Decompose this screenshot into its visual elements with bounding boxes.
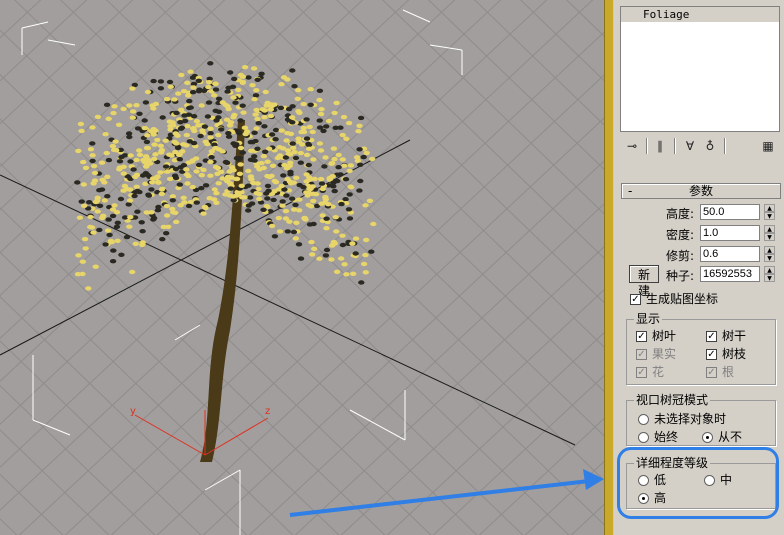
canopy-when-not-selected-label: 未选择对象时 <box>654 412 727 426</box>
leaves-label: 树叶 <box>652 329 677 343</box>
roots-checkbox[interactable]: ✓ <box>706 367 717 378</box>
display-group-title: 显示 <box>634 312 663 326</box>
rollout-title: 参数 <box>688 184 713 198</box>
trunk-label: 树干 <box>722 329 747 343</box>
modifier-item-foliage[interactable]: Foliage <box>621 7 779 22</box>
tree-model[interactable] <box>74 61 377 462</box>
canopy-never-radio[interactable] <box>702 432 713 443</box>
seed-field[interactable] <box>700 266 760 282</box>
gen-map-coords-label: 生成贴图坐标 <box>646 292 719 306</box>
gizmo-z-label: z <box>265 406 270 417</box>
modifier-stack-toolbar: ⊸ ∥ ∀ ♁ ▦ <box>620 134 782 160</box>
flowers-checkbox[interactable]: ✓ <box>636 367 647 378</box>
density-field[interactable] <box>700 225 760 241</box>
canopy-mode-title: 视口树冠模式 <box>634 393 711 407</box>
pin-stack-icon[interactable]: ⊸ <box>624 137 640 155</box>
show-end-result-icon[interactable]: ∥ <box>652 137 668 155</box>
configure-sets-icon[interactable]: ▦ <box>760 137 776 155</box>
prune-label: 修剪: <box>665 249 694 263</box>
perspective-viewport[interactable]: y z <box>0 0 604 535</box>
branches-checkbox[interactable]: ✓ <box>706 349 717 360</box>
transform-gizmo <box>134 410 269 456</box>
leaves-checkbox[interactable]: ✓ <box>636 331 647 342</box>
home-grid <box>0 0 604 535</box>
flowers-label: 花 <box>652 365 665 379</box>
viewport-canvas[interactable]: y z <box>0 0 604 535</box>
fruit-label: 果实 <box>652 347 677 361</box>
height-label: 高度: <box>665 207 694 221</box>
density-spinner[interactable]: ▲ ▼ <box>764 225 775 241</box>
gizmo-y-label: y <box>130 406 136 417</box>
seed-label: 种子: <box>665 269 694 283</box>
canopy-when-not-selected-radio[interactable] <box>638 414 649 425</box>
prune-field[interactable] <box>700 246 760 262</box>
make-unique-icon[interactable]: ∀ <box>682 137 698 155</box>
canopy-always-radio[interactable] <box>638 432 649 443</box>
parameters-rollout-header[interactable]: - 参数 <box>621 183 781 199</box>
display-group <box>626 319 776 385</box>
roots-label: 根 <box>722 365 735 379</box>
canopy-never-label: 从不 <box>718 430 743 444</box>
lod-highlight-callout <box>617 447 779 519</box>
trunk-checkbox[interactable]: ✓ <box>706 331 717 342</box>
modifier-stack-list[interactable]: Foliage <box>620 6 780 132</box>
branches-label: 树枝 <box>722 347 747 361</box>
seed-spinner[interactable]: ▲ ▼ <box>764 266 775 282</box>
density-label: 密度: <box>665 228 694 242</box>
remove-modifier-icon[interactable]: ♁ <box>702 137 718 155</box>
fruit-checkbox[interactable]: ✓ <box>636 349 647 360</box>
panel-divider[interactable] <box>604 0 614 535</box>
canopy-always-label: 始终 <box>654 430 679 444</box>
height-field[interactable] <box>700 204 760 220</box>
height-spinner[interactable]: ▲ ▼ <box>764 204 775 220</box>
annotation-arrow <box>289 469 604 517</box>
prune-spinner[interactable]: ▲ ▼ <box>764 246 775 262</box>
gen-map-coords-checkbox[interactable]: ✓ <box>630 294 641 305</box>
